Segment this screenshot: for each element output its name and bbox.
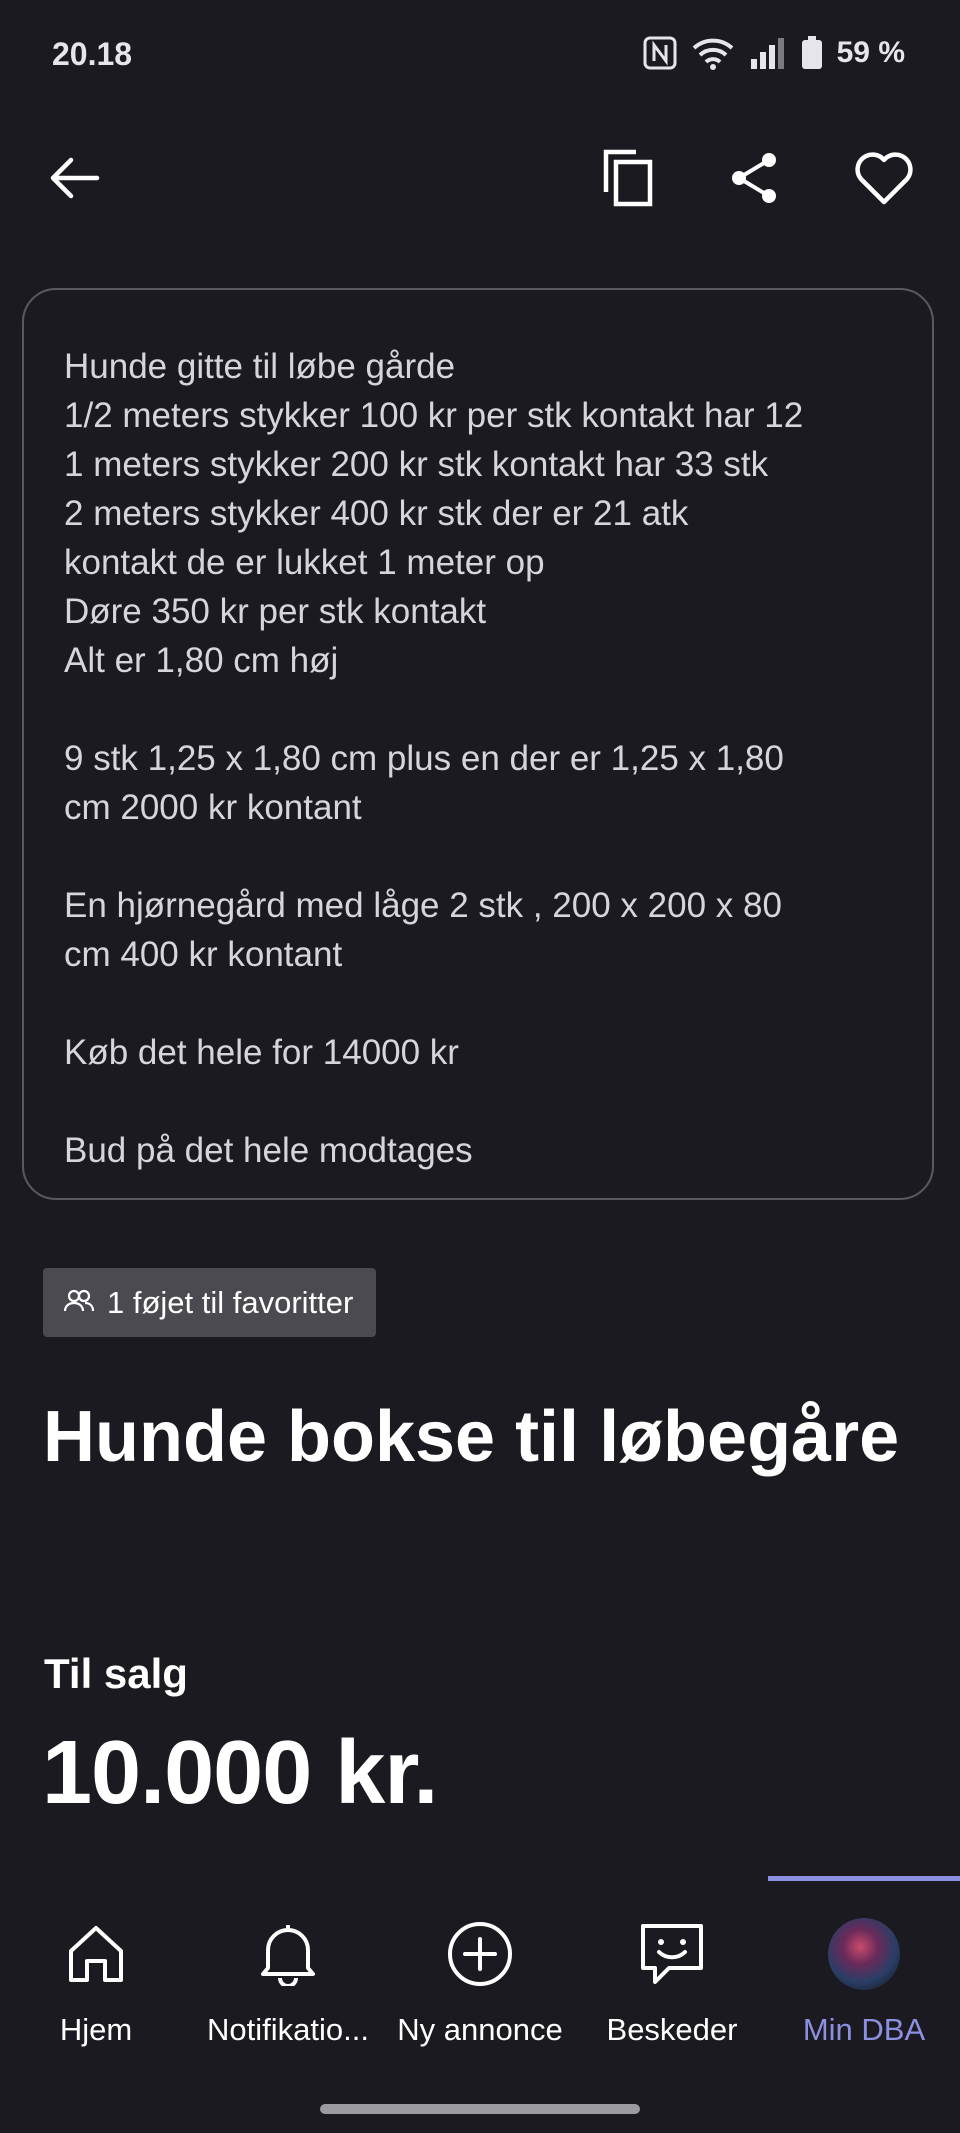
battery-percent: 59 % <box>836 36 905 69</box>
status-time: 20.18 <box>52 36 133 72</box>
plus-circle-icon <box>447 1918 513 1990</box>
status-icons: 59 % <box>643 36 905 70</box>
nav-item-min-dba[interactable]: Min DBA <box>768 1876 960 2056</box>
listing-title: Hunde bokse til løbegåre <box>43 1397 900 1477</box>
favorite-button[interactable] <box>848 144 920 216</box>
share-icon <box>728 150 780 211</box>
nav-label-home: Hjem <box>59 2012 133 2047</box>
sale-type-label: Til salg <box>44 1650 188 1697</box>
signal-icon <box>749 37 787 69</box>
nav-label-messages: Beskeder <box>606 2012 738 2047</box>
heart-icon <box>853 150 915 211</box>
listing-price: 10.000 kr. <box>42 1723 438 1823</box>
share-button[interactable] <box>718 144 790 216</box>
bell-icon <box>258 1918 318 1990</box>
avatar <box>828 1918 900 1990</box>
description-card: Hunde gitte til løbe gårde 1/2 meters st… <box>22 288 934 1200</box>
nav-item-new-listing[interactable]: Ny annonce <box>384 1876 576 2056</box>
wifi-icon <box>691 36 735 70</box>
nav-item-notifications[interactable]: Notifikatio... <box>192 1876 384 2056</box>
favorites-badge: 1 føjet til favoritter <box>43 1268 377 1337</box>
nav-item-messages[interactable]: Beskeder <box>576 1876 768 2056</box>
nav-label-notifications: Notifikatio... <box>207 2012 369 2047</box>
description-text: Hunde gitte til løbe gårde 1/2 meters st… <box>64 347 804 1170</box>
nav-item-home[interactable]: Hjem <box>0 1876 192 2056</box>
back-button[interactable] <box>38 144 110 216</box>
nav-label-new-listing: Ny annonce <box>397 2012 563 2047</box>
home-indicator[interactable] <box>320 2104 640 2114</box>
bottom-navigation: Hjem Notifikatio... Ny annonce Beskeder … <box>0 1876 960 2056</box>
chat-icon <box>639 1918 705 1990</box>
nfc-icon <box>643 36 677 70</box>
users-icon <box>63 1285 95 1321</box>
back-arrow-icon <box>47 156 101 205</box>
copy-button[interactable] <box>592 144 664 216</box>
battery-icon <box>801 36 823 70</box>
copy-icon <box>600 148 656 213</box>
favorites-count-text: 1 føjet til favoritter <box>107 1284 354 1320</box>
home-icon <box>65 1918 127 1990</box>
nav-label-min-dba: Min DBA <box>802 2012 926 2047</box>
